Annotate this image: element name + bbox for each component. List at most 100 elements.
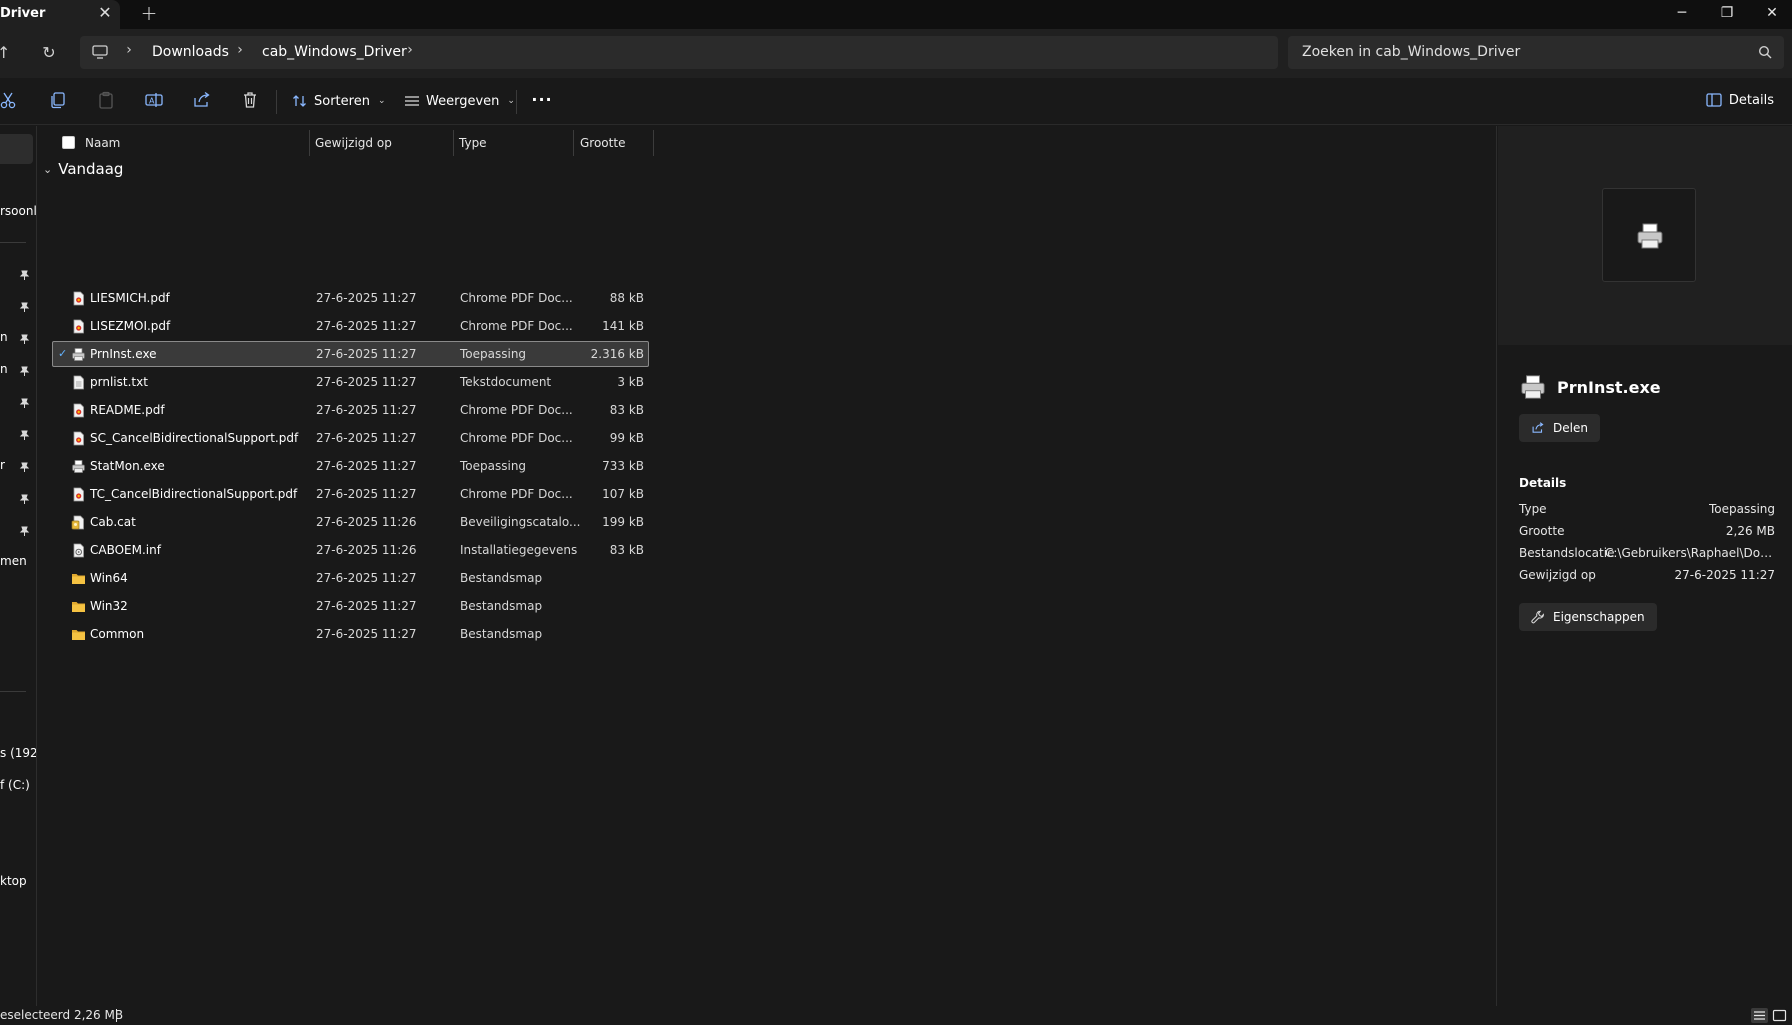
cell-date: 27-6-2025 11:27 bbox=[316, 459, 417, 473]
cell-size: 2.316 kB bbox=[590, 347, 644, 361]
cell-date: 27-6-2025 11:27 bbox=[316, 347, 417, 361]
table-row[interactable]: Win32 27-6-2025 11:27 Bestandsmap bbox=[52, 593, 649, 619]
minimize-button[interactable]: ─ bbox=[1670, 2, 1694, 24]
command-divider bbox=[516, 90, 517, 114]
sort-button[interactable]: Sorteren ⌄ bbox=[292, 88, 386, 114]
text-file-icon bbox=[71, 375, 86, 390]
details-view-icon[interactable] bbox=[1751, 1008, 1768, 1023]
up-arrow-icon[interactable]: ↑ bbox=[0, 43, 11, 63]
nav-divider bbox=[0, 691, 26, 692]
nav-item-pinned[interactable]: n bbox=[0, 362, 8, 376]
pin-icon bbox=[19, 366, 30, 376]
detail-value[interactable]: C:\Gebruikers\Raphael\Downl... bbox=[1605, 546, 1775, 560]
cell-name: README.pdf bbox=[90, 403, 165, 417]
detail-row-type: Type Toepassing bbox=[1519, 502, 1775, 520]
table-row[interactable]: CABOEM.inf 27-6-2025 11:26 Installatiegege… bbox=[52, 537, 649, 563]
table-row[interactable]: prnlist.txt 27-6-2025 11:27 Tekstdocument 3… bbox=[52, 369, 649, 395]
nav-item-desktop[interactable]: ktop bbox=[0, 874, 27, 888]
printer-icon bbox=[1637, 223, 1663, 249]
column-header-type[interactable]: Type bbox=[459, 130, 487, 156]
command-bar: A Sorteren ⌄ Weergeven ⌄ ··· Details bbox=[0, 78, 1792, 125]
cell-name: Common bbox=[90, 627, 145, 641]
share-label: Delen bbox=[1553, 421, 1588, 435]
more-options-button[interactable]: ··· bbox=[530, 90, 554, 110]
column-divider[interactable] bbox=[573, 130, 574, 156]
file-thumbnail bbox=[1602, 188, 1696, 282]
chevron-down-icon: ⌄ bbox=[377, 96, 386, 106]
share-button[interactable]: Delen bbox=[1519, 414, 1600, 442]
nav-item-personal[interactable]: rsoonli bbox=[0, 204, 36, 218]
paste-icon[interactable] bbox=[96, 90, 116, 110]
new-tab-button[interactable]: + bbox=[140, 2, 158, 24]
navigation-pane: rsoonli n n r men s (192.1 f (C:) ktop bbox=[0, 126, 37, 1006]
select-all-checkbox[interactable] bbox=[62, 136, 75, 149]
pin-icon bbox=[19, 334, 30, 344]
pin-icon bbox=[19, 494, 30, 504]
nav-item-documents[interactable]: men bbox=[0, 554, 27, 568]
column-divider[interactable] bbox=[309, 130, 310, 156]
group-header-today[interactable]: ⌄ Vandaag bbox=[43, 158, 123, 180]
column-divider[interactable] bbox=[453, 130, 454, 156]
tiles-view-icon[interactable] bbox=[1771, 1008, 1788, 1023]
column-header-name[interactable]: Naam bbox=[85, 130, 120, 156]
view-label: Weergeven bbox=[426, 93, 500, 109]
cell-date: 27-6-2025 11:27 bbox=[316, 431, 417, 445]
rename-icon[interactable]: A bbox=[144, 90, 164, 110]
breadcrumb[interactable]: › Downloads › cab_Windows_Driver › bbox=[80, 36, 1278, 69]
cell-type: Bestandsmap bbox=[460, 627, 543, 641]
table-row[interactable]: TC_CancelBidirectionalSupport.pdf 27-6-20… bbox=[52, 481, 649, 507]
computer-icon[interactable] bbox=[92, 45, 108, 59]
properties-button[interactable]: Eigenschappen bbox=[1519, 603, 1657, 631]
cell-size: 83 kB bbox=[609, 403, 644, 417]
nav-item-local-disk[interactable]: f (C:) bbox=[0, 778, 30, 792]
details-pane-button[interactable]: Details bbox=[1706, 90, 1774, 110]
breadcrumb-downloads[interactable]: Downloads bbox=[152, 44, 229, 60]
cell-size: 83 kB bbox=[609, 543, 644, 557]
detail-value: 2,26 MB bbox=[1725, 524, 1775, 538]
tab-title: Driver bbox=[0, 6, 46, 21]
table-row[interactable]: README.pdf 27-6-2025 11:27 Chrome PDF Doc.… bbox=[52, 397, 649, 423]
row-checkbox[interactable]: ✓ bbox=[58, 348, 69, 359]
cell-name: Cab.cat bbox=[90, 515, 136, 529]
breadcrumb-chevron-icon[interactable]: › bbox=[235, 42, 245, 58]
detail-value: 27-6-2025 11:27 bbox=[1674, 568, 1776, 582]
table-row[interactable]: SC_CancelBidirectionalSupport.pdf 27-6-20… bbox=[52, 425, 649, 451]
inf-file-icon bbox=[71, 543, 86, 558]
share-icon bbox=[1532, 422, 1544, 433]
delete-icon[interactable] bbox=[240, 90, 260, 110]
tab-close-button[interactable]: ✕ bbox=[98, 4, 112, 22]
column-header-date[interactable]: Gewijzigd op bbox=[315, 130, 392, 156]
table-row[interactable]: Common 27-6-2025 11:27 Bestandsmap bbox=[52, 621, 649, 647]
column-divider[interactable] bbox=[653, 130, 654, 156]
table-row[interactable]: Win64 27-6-2025 11:27 Bestandsmap bbox=[52, 565, 649, 591]
tab-current[interactable]: Driver ✕ bbox=[0, 0, 120, 29]
nav-item-selected[interactable] bbox=[0, 134, 33, 164]
maximize-button[interactable]: ❐ bbox=[1715, 2, 1739, 24]
share-icon[interactable] bbox=[192, 90, 212, 110]
search-icon[interactable] bbox=[1758, 45, 1772, 59]
cut-icon[interactable] bbox=[0, 90, 18, 110]
cell-name: Win32 bbox=[90, 599, 128, 613]
cell-name: LISEZMOI.pdf bbox=[90, 319, 171, 333]
nav-item-pinned[interactable]: n bbox=[0, 330, 8, 344]
table-row[interactable]: LISEZMOI.pdf 27-6-2025 11:27 Chrome PDF Do… bbox=[52, 313, 649, 339]
table-row[interactable]: StatMon.exe 27-6-2025 11:27 Toepassing 733 … bbox=[52, 453, 649, 479]
nav-item-pinned[interactable]: r bbox=[0, 458, 5, 472]
table-row[interactable]: ✓ PrnInst.exe 27-6-2025 11:27 Toepassing 2.3… bbox=[52, 341, 649, 367]
cell-size: 107 kB bbox=[602, 487, 644, 501]
breadcrumb-chevron-icon[interactable]: › bbox=[124, 42, 134, 58]
table-row[interactable]: Cab.cat 27-6-2025 11:26 Beveiligingscatalo… bbox=[52, 509, 649, 535]
details-pane-icon bbox=[1706, 93, 1722, 107]
cell-type: Chrome PDF Doc... bbox=[460, 319, 573, 333]
table-row[interactable]: LIESMICH.pdf 27-6-2025 11:27 Chrome PDF Do… bbox=[52, 285, 649, 311]
refresh-icon[interactable]: ↻ bbox=[40, 43, 58, 63]
breadcrumb-chevron-icon[interactable]: › bbox=[405, 42, 415, 58]
breadcrumb-cab-windows-driver[interactable]: cab_Windows_Driver bbox=[262, 44, 407, 60]
nav-item-network-drive[interactable]: s (192.1 bbox=[0, 746, 36, 760]
close-window-button[interactable]: ✕ bbox=[1760, 2, 1784, 24]
view-button[interactable]: Weergeven ⌄ bbox=[404, 88, 515, 114]
search-input[interactable]: Zoeken in cab_Windows_Driver bbox=[1288, 36, 1784, 69]
copy-icon[interactable] bbox=[48, 90, 68, 110]
column-header-size[interactable]: Grootte bbox=[580, 130, 625, 156]
chevron-down-icon: ⌄ bbox=[43, 162, 53, 176]
